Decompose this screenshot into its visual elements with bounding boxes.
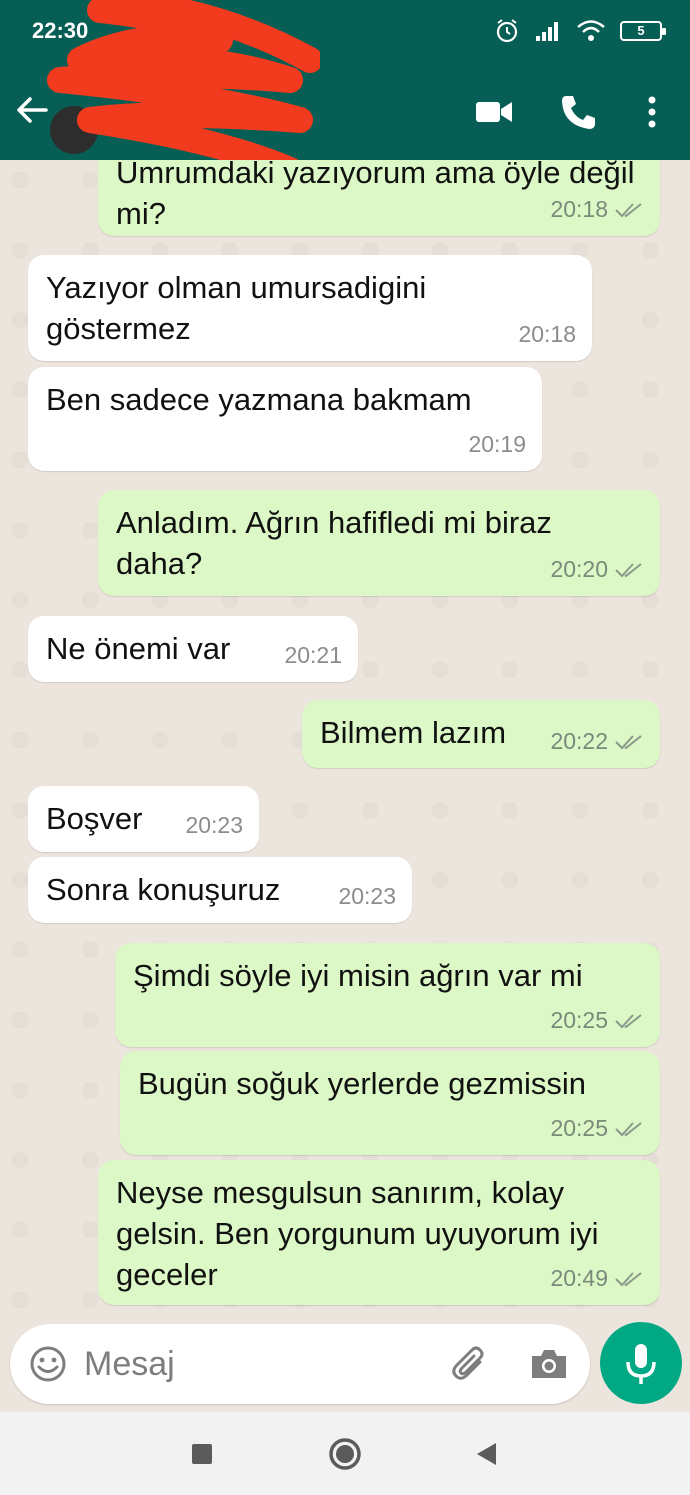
message-time: 20:23 xyxy=(185,812,243,838)
message-text: Boşver xyxy=(46,801,143,836)
message-time: 20:25 xyxy=(550,1115,608,1141)
message-time: 20:49 xyxy=(550,1265,608,1291)
message-bubble[interactable]: Sonra konuşuruz 20:23 xyxy=(28,857,412,923)
phone-icon[interactable] xyxy=(558,92,598,132)
double-tick-icon xyxy=(615,734,642,749)
message-text: Neyse mesgulsun sanırım, kolay gelsin. B… xyxy=(116,1175,599,1292)
message-bubble[interactable]: Ben sadece yazmana bakmam 20:19 xyxy=(28,367,542,471)
wifi-icon xyxy=(577,20,605,41)
double-tick-icon xyxy=(615,562,642,577)
battery-icon: 5 xyxy=(620,21,666,41)
double-tick-icon xyxy=(615,1271,642,1286)
message-text: Bilmem lazım xyxy=(320,715,507,750)
message-time: 20:20 xyxy=(550,556,608,582)
message-text: Şimdi söyle iyi misin ağrın var mi xyxy=(133,958,583,993)
double-tick-icon xyxy=(615,1013,642,1028)
message-time: 20:18 xyxy=(550,196,608,222)
message-text: Ben sadece yazmana bakmam xyxy=(46,382,472,417)
nav-circle-icon[interactable] xyxy=(327,1436,363,1472)
double-tick-icon xyxy=(615,1121,642,1136)
nav-square-icon[interactable] xyxy=(190,1442,214,1466)
mic-button[interactable] xyxy=(600,1322,682,1404)
video-call-icon[interactable] xyxy=(474,92,514,132)
message-time: 20:21 xyxy=(284,642,342,668)
alarm-icon xyxy=(496,19,518,43)
message-text: Anladım. Ağrın hafifledi mi biraz daha? xyxy=(116,505,552,581)
message-bubble[interactable]: Şimdi söyle iyi misin ağrın var mi 20:25 xyxy=(115,943,660,1047)
status-bar: 22:30 5 xyxy=(0,0,690,62)
message-text: Bugün soğuk yerlerde gezmissin xyxy=(138,1066,587,1101)
contact-name[interactable]: ce xyxy=(262,94,289,125)
composer-bar xyxy=(0,1320,690,1412)
message-time: 20:19 xyxy=(468,431,526,457)
emoji-icon[interactable] xyxy=(28,1344,68,1384)
camera-icon[interactable] xyxy=(528,1344,570,1384)
message-bubble[interactable]: Anladım. Ağrın hafifledi mi biraz daha? … xyxy=(98,490,660,596)
contact-avatar[interactable] xyxy=(50,106,98,154)
message-bubble[interactable]: Umrumdaki yazıyorum ama öyle değil mi? 2… xyxy=(98,160,660,236)
attach-icon[interactable] xyxy=(450,1344,490,1384)
status-time: 22:30 xyxy=(32,18,89,43)
signal-icon xyxy=(536,22,558,41)
message-time: 20:18 xyxy=(518,321,576,347)
message-bubble[interactable]: Boşver 20:23 xyxy=(28,786,259,852)
more-vert-icon[interactable] xyxy=(632,92,672,132)
message-text: Yazıyor olman umursadigini göstermez xyxy=(46,270,427,346)
system-nav-bar xyxy=(0,1412,690,1495)
mic-icon xyxy=(626,1344,656,1384)
message-list[interactable]: Umrumdaki yazıyorum ama öyle değil mi? 2… xyxy=(0,160,690,1320)
message-bubble[interactable]: Yazıyor olman umursadigini göstermez 20:… xyxy=(28,255,592,361)
message-text: Sonra konuşuruz xyxy=(46,872,281,907)
message-time: 20:23 xyxy=(338,883,396,909)
message-text: Ne önemi var xyxy=(46,631,231,666)
message-bubble[interactable]: Bugün soğuk yerlerde gezmissin 20:25 xyxy=(120,1051,660,1155)
message-bubble[interactable]: Bilmem lazım 20:22 xyxy=(302,700,660,768)
message-bubble[interactable]: Ne önemi var 20:21 xyxy=(28,616,358,682)
chat-toolbar: ce xyxy=(0,62,690,160)
message-input-box xyxy=(10,1324,590,1404)
message-input[interactable] xyxy=(84,1340,434,1388)
message-time: 20:25 xyxy=(550,1007,608,1033)
nav-triangle-icon[interactable] xyxy=(474,1441,500,1467)
app-bar: 22:30 5 ce xyxy=(0,0,690,183)
back-arrow-icon[interactable] xyxy=(12,90,52,130)
double-tick-icon xyxy=(615,202,642,217)
message-bubble[interactable]: Neyse mesgulsun sanırım, kolay gelsin. B… xyxy=(98,1160,660,1305)
message-time: 20:22 xyxy=(550,728,608,754)
